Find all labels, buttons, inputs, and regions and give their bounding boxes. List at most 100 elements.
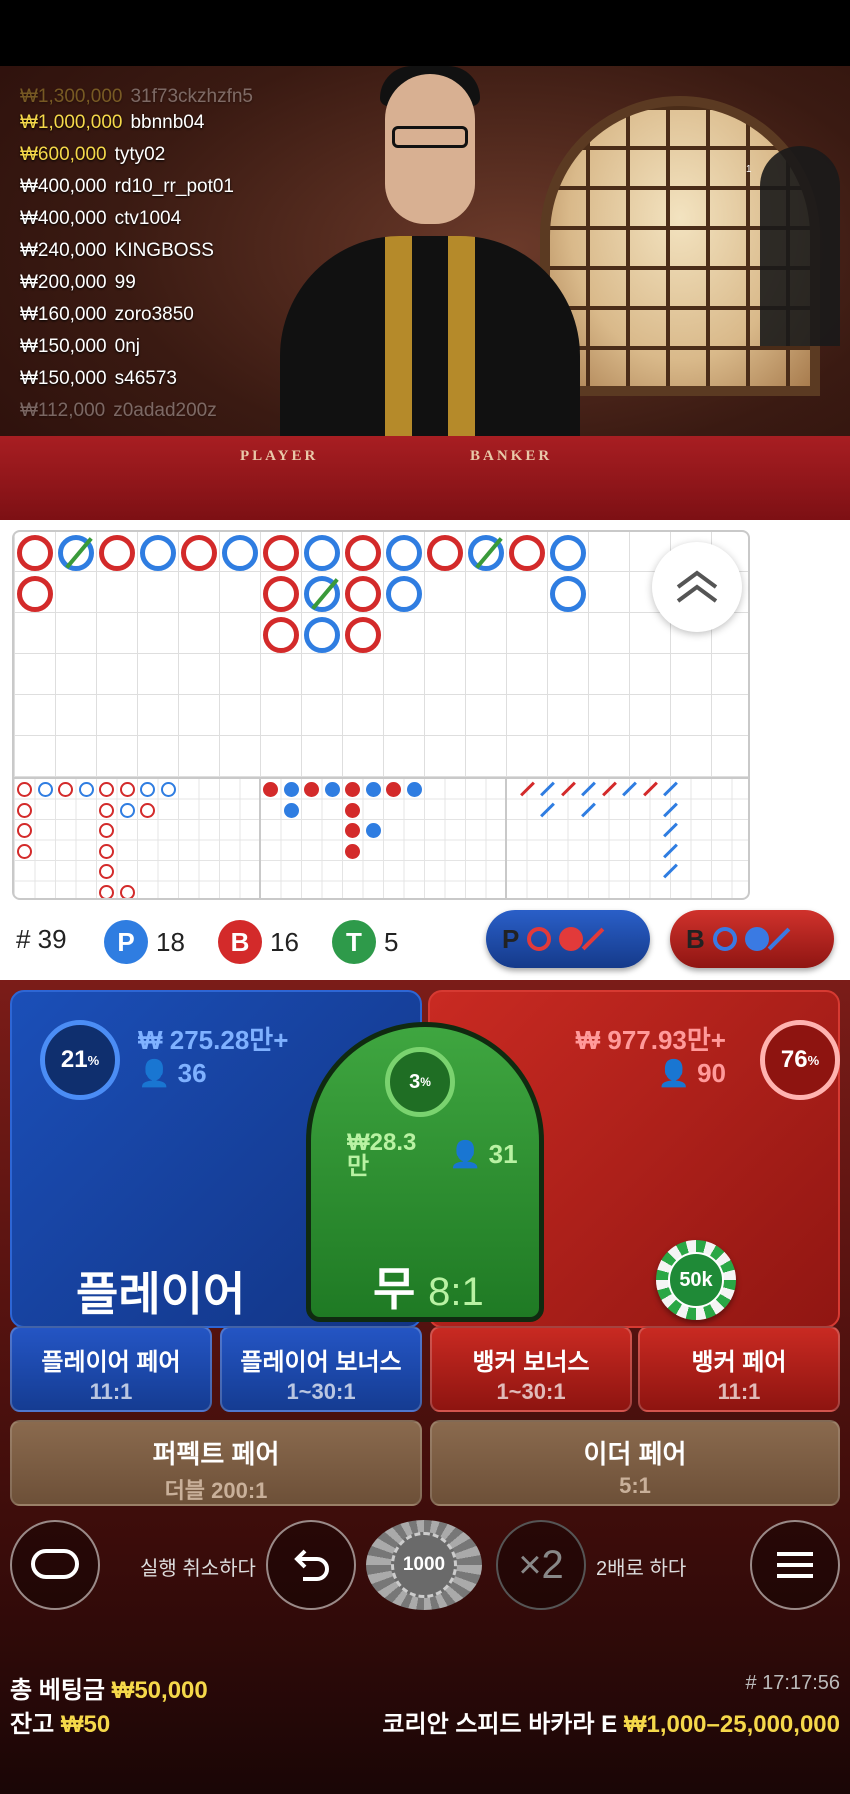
predict-cockroach-icon <box>767 927 791 951</box>
big-road-banker <box>509 535 545 571</box>
results-summary: # 39 P 18 B 16 T 5 P B <box>0 910 850 970</box>
feed-row: ₩160,000 zoro3850 <box>20 304 194 325</box>
big-road-player-tie <box>468 535 504 571</box>
banker-bettors: 👤 90 <box>657 1058 726 1088</box>
big-road-player-tie <box>304 576 340 612</box>
menu-button[interactable] <box>750 1520 840 1610</box>
big-road-player <box>386 535 422 571</box>
tie-total-amount: ₩28.3만 <box>347 1129 417 1180</box>
banker-bonus-button[interactable]: 뱅커 보너스 1~30:1 <box>430 1326 632 1412</box>
big-road-banker <box>263 576 299 612</box>
tie-bettors: 👤 31 <box>449 1139 518 1169</box>
predict-big-eye-icon <box>712 927 737 951</box>
big-road-banker <box>263 535 299 571</box>
big-road-player <box>304 617 340 653</box>
winners-feed: ₩1,300,000 31f73ckzhzfn5 ₩1,000,000 bbnnb0… <box>20 86 320 426</box>
double-button[interactable]: ×2 <box>496 1520 586 1610</box>
chat-icon <box>31 1549 79 1579</box>
feed-row: ₩112,000 z0adad200z <box>20 400 217 421</box>
scoreboard[interactable] <box>12 530 750 900</box>
predict-cockroach-icon <box>582 927 605 951</box>
undo-icon <box>294 1549 329 1581</box>
tie-bet-spot[interactable]: 3% ₩28.3만 👤 31 무 8:1 <box>306 1022 544 1322</box>
big-eye-red <box>17 782 32 797</box>
big-road-banker <box>99 535 135 571</box>
corner-number: 1 <box>746 164 752 175</box>
table-felt <box>0 436 850 520</box>
collapse-roads-button[interactable] <box>652 542 742 632</box>
player-count: P 18 <box>104 920 185 964</box>
big-eye-red <box>58 782 73 797</box>
big-road-banker <box>17 535 53 571</box>
big-road-player <box>386 576 422 612</box>
feed-row: ₩1,300,000 31f73ckzhzfn5 <box>20 86 253 107</box>
tie-percent: 3% <box>385 1047 455 1117</box>
big-eye-blue <box>79 782 94 797</box>
big-road-player <box>140 535 176 571</box>
player-bonus-button[interactable]: 플레이어 보너스 1~30:1 <box>220 1326 422 1412</box>
banker-pair-button[interactable]: 뱅커 페어 11:1 <box>638 1326 840 1412</box>
chip-selector[interactable]: 1000 <box>366 1520 482 1610</box>
big-eye-blue <box>38 782 53 797</box>
player-pair-button[interactable]: 플레이어 페어 11:1 <box>10 1326 212 1412</box>
big-road-player <box>550 535 586 571</box>
perfect-pair-button[interactable]: 퍼펙트 페어 더블 200:1 <box>10 1420 422 1506</box>
feed-row: ₩150,000 0nj <box>20 336 140 357</box>
big-eye-blue <box>161 782 176 797</box>
feed-row: ₩150,000 s46573 <box>20 368 177 389</box>
big-road-banker <box>345 617 381 653</box>
banker-count: B 16 <box>218 920 299 964</box>
undo-label: 실행 취소하다 <box>140 1558 256 1580</box>
tie-label: 무 8:1 <box>373 1263 484 1315</box>
double-label: 2배로 하다 <box>596 1558 687 1580</box>
banker-predict-button[interactable]: B <box>670 910 834 968</box>
predict-small-road-icon <box>559 927 584 951</box>
feed-row: ₩600,000 tyty02 <box>20 144 166 165</box>
chat-button[interactable] <box>10 1520 100 1610</box>
double-icon: ×2 <box>518 1542 564 1587</box>
dealer-head <box>385 74 475 224</box>
player-dot: P <box>104 920 148 964</box>
banker-total-amount: ₩ 977.93만+ <box>575 1025 726 1055</box>
round-count: # 39 <box>16 924 67 954</box>
small-road-red <box>263 782 278 797</box>
big-road-banker <box>345 535 381 571</box>
big-road-banker <box>345 576 381 612</box>
big-road-banker <box>17 576 53 612</box>
total-bet: 총 베팅금 ₩50,000 <box>10 1677 208 1704</box>
feed-row: ₩1,000,000 bbnnb04 <box>20 112 205 133</box>
big-road-banker <box>427 535 463 571</box>
player-bettors: 👤 36 <box>138 1058 207 1088</box>
big-road-player <box>550 576 586 612</box>
big-road-player <box>222 535 258 571</box>
table-label-banker: BANKER <box>470 448 553 464</box>
banker-percent: 76% <box>760 1020 840 1100</box>
small-road-blue <box>284 782 299 797</box>
big-road-banker <box>263 617 299 653</box>
player-predict-button[interactable]: P <box>486 910 650 968</box>
big-road-banker <box>181 535 217 571</box>
predict-small-road-icon <box>744 927 769 951</box>
feed-row: ₩400,000 rd10_rr_pot01 <box>20 176 234 197</box>
big-road <box>14 532 748 777</box>
big-eye-red <box>99 782 114 797</box>
predict-big-eye-icon <box>527 927 552 951</box>
feed-row: ₩240,000 KINGBOSS <box>20 240 214 261</box>
banker-dot: B <box>218 920 262 964</box>
tie-count: T 5 <box>332 920 398 964</box>
either-pair-button[interactable]: 이더 페어 5:1 <box>430 1420 840 1506</box>
table-info: 코리안 스피드 바카라 E ₩1,000–25,000,000 <box>382 1711 840 1738</box>
derived-roads <box>14 777 748 898</box>
placed-chip[interactable]: 50k <box>656 1240 736 1320</box>
cockroach-red <box>520 781 535 797</box>
feed-row: ₩200,000 99 <box>20 272 136 293</box>
undo-button[interactable] <box>266 1520 356 1610</box>
feed-row: ₩400,000 ctv1004 <box>20 208 182 229</box>
round-id: # 17:17:56 <box>745 1672 840 1694</box>
footer-info: 총 베팅금 ₩50,000 잔고 ₩50 # 17:17:56 코리안 스피드 … <box>0 1660 850 1760</box>
tie-dot: T <box>332 920 376 964</box>
hamburger-icon <box>777 1552 813 1578</box>
big-eye-red <box>120 782 135 797</box>
player-percent: 21% <box>40 1020 120 1100</box>
cockroach-blue <box>540 781 555 797</box>
